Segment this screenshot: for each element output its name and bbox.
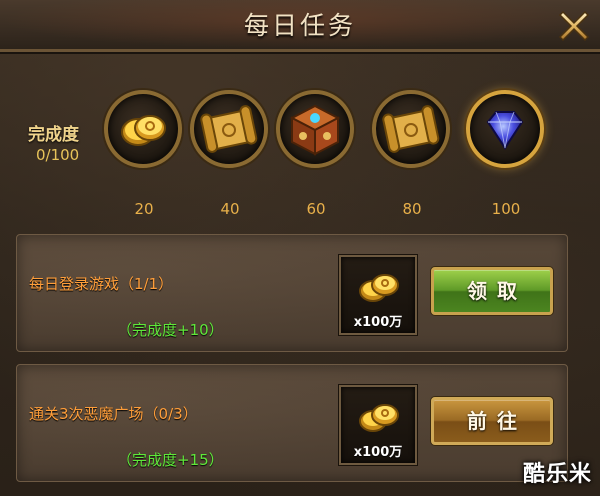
reward-medallion (276, 90, 354, 168)
claim-button[interactable]: 领取 (431, 267, 553, 315)
task-name: 每日登录游戏（1/1） (29, 275, 174, 293)
title-bar: 每日任务 (0, 0, 600, 52)
close-button[interactable] (554, 6, 594, 46)
treasure-box-icon (289, 104, 341, 156)
blue-diamond-icon (486, 111, 524, 150)
reward-threshold: 80 (402, 200, 422, 218)
reward-quantity: x100万 (353, 445, 403, 460)
reward-milestone-20[interactable]: 20 (100, 88, 188, 218)
task-points: （完成度+10） (117, 321, 224, 339)
reward-medallion (372, 90, 450, 168)
reward-medallion (190, 90, 268, 168)
gold-coins-icon (359, 274, 399, 302)
daily-tasks-panel: 每日任务 完成度 0/100 20 40 60 80 100 每日登录游戏（1/… (0, 0, 600, 496)
reward-milestone-60[interactable]: 60 (272, 88, 360, 218)
golden-scroll-icon (200, 105, 258, 153)
close-x-icon (558, 10, 590, 42)
reward-threshold: 60 (306, 200, 326, 218)
go-button[interactable]: 前往 (431, 397, 553, 445)
task-row: 通关3次恶魔广场（0/3） （完成度+15） x100万 前往 (16, 364, 568, 482)
reward-medallion (466, 90, 544, 168)
reward-milestone-100[interactable]: 100 (462, 88, 550, 218)
reward-threshold: 100 (491, 200, 521, 218)
reward-medallion (104, 90, 182, 168)
gold-coins-icon (121, 115, 166, 146)
reward-item-slot[interactable]: x100万 (339, 385, 417, 465)
gold-coins-icon (359, 404, 399, 432)
reward-quantity: x100万 (353, 315, 403, 330)
golden-scroll-icon (382, 105, 440, 153)
reward-milestone-80[interactable]: 80 (368, 88, 456, 218)
window-title: 每日任务 (243, 11, 356, 40)
watermark: 酷乐米 (522, 462, 592, 487)
reward-threshold: 40 (220, 200, 240, 218)
task-name: 通关3次恶魔广场（0/3） (29, 405, 198, 423)
reward-milestone-40[interactable]: 40 (186, 88, 274, 218)
reward-milestones: 20 40 60 80 100 (0, 88, 600, 218)
task-points: （完成度+15） (117, 451, 224, 469)
reward-item-slot[interactable]: x100万 (339, 255, 417, 335)
reward-threshold: 20 (134, 200, 154, 218)
task-row: 每日登录游戏（1/1） （完成度+10） x100万 领取 (16, 234, 568, 352)
